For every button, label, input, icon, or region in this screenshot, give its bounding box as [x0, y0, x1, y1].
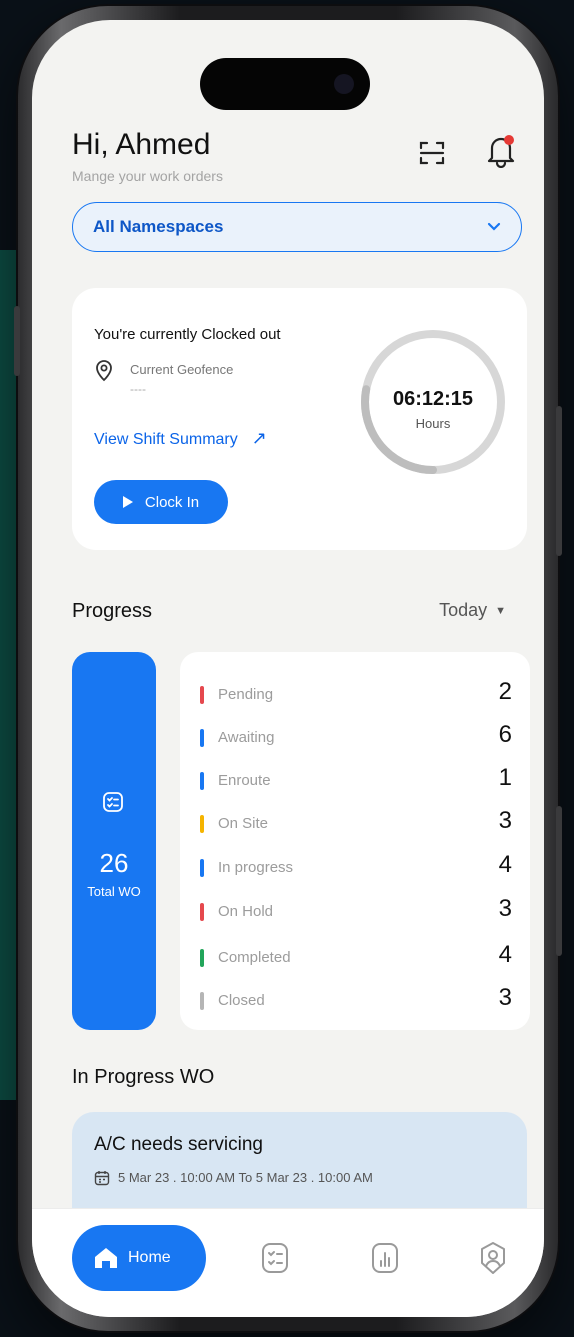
caret-down-icon: ▼	[495, 605, 506, 618]
status-color-bar	[200, 729, 204, 747]
period-filter[interactable]: Today ▼	[439, 600, 506, 621]
camera-lens	[334, 74, 354, 94]
status-name: On Site	[218, 815, 269, 832]
status-row[interactable]: In progress 4	[200, 847, 512, 887]
clock-in-label: Clock In	[144, 493, 200, 511]
clock-status: You're currently Clocked out	[94, 326, 281, 343]
play-icon	[122, 496, 133, 508]
status-row[interactable]: Closed 3	[200, 980, 512, 1020]
arrow-up-right-icon: ↗	[251, 428, 267, 448]
status-row[interactable]: Pending 2	[200, 674, 512, 714]
bell-icon[interactable]	[484, 132, 518, 168]
phone-side-button	[556, 406, 562, 556]
in-progress-title: In Progress WO	[72, 1066, 215, 1088]
status-color-bar	[200, 992, 204, 1010]
profile-icon[interactable]	[478, 1241, 508, 1275]
status-row[interactable]: Completed 4	[200, 937, 512, 977]
status-count: 4	[498, 941, 512, 968]
status-row[interactable]: Enroute 1	[200, 760, 512, 800]
namespace-select[interactable]: All Namespaces	[72, 202, 522, 252]
checklist-icon[interactable]	[260, 1241, 290, 1275]
period-filter-value: Today	[439, 600, 488, 620]
status-name: Pending	[218, 686, 274, 703]
dynamic-island	[200, 58, 370, 110]
status-color-bar	[200, 949, 204, 967]
elapsed-time: 06:12:15	[392, 388, 474, 410]
status-count: 6	[498, 721, 512, 748]
total-wo-label: Total WO	[87, 884, 141, 899]
phone-side-button	[14, 306, 20, 376]
analytics-icon[interactable]	[370, 1241, 400, 1275]
checklist-icon	[103, 792, 123, 812]
nav-home-label: Home	[128, 1249, 171, 1266]
location-pin-icon	[96, 360, 112, 382]
status-count: 2	[498, 678, 512, 705]
status-color-bar	[200, 815, 204, 833]
status-name: Awaiting	[218, 729, 275, 746]
app-screen: Hi, Ahmed Mange your work orders All Nam…	[32, 20, 544, 1317]
elapsed-unit: Hours	[415, 416, 451, 431]
work-order-dates: 5 Mar 23 . 10:00 AM To 5 Mar 23 . 10:00 …	[118, 1170, 373, 1185]
status-name: In progress	[218, 859, 294, 876]
greeting: Hi, Ahmed	[72, 128, 211, 161]
view-shift-summary-link[interactable]: View Shift Summary ↗	[94, 428, 267, 449]
status-name: Completed	[218, 949, 291, 966]
status-color-bar	[200, 772, 204, 790]
status-row[interactable]: On Site 3	[200, 803, 512, 843]
home-icon	[95, 1248, 117, 1268]
geofence-value: ----	[130, 382, 146, 396]
phone-side-button	[556, 806, 562, 956]
status-count: 1	[498, 764, 512, 791]
status-count: 3	[498, 984, 512, 1011]
total-wo-card[interactable]: 26 Total WO	[72, 652, 156, 1030]
status-breakdown-card: Pending 2 Awaiting 6 Enroute 1 On Site 3…	[180, 652, 530, 1030]
scan-icon[interactable]	[417, 138, 447, 168]
subtitle: Mange your work orders	[72, 168, 223, 184]
status-count: 3	[498, 895, 512, 922]
status-count: 4	[498, 851, 512, 878]
shift-summary-label: View Shift Summary	[94, 431, 238, 448]
total-wo-count: 26	[99, 848, 129, 878]
geofence-label: Current Geofence	[130, 362, 234, 377]
status-color-bar	[200, 686, 204, 704]
namespace-select-value: All Namespaces	[93, 217, 224, 236]
status-color-bar	[200, 859, 204, 877]
clock-card: You're currently Clocked out Current Geo…	[72, 288, 527, 550]
clock-in-button[interactable]: Clock In	[94, 480, 228, 524]
calendar-icon	[94, 1171, 110, 1186]
status-row[interactable]: On Hold 3	[200, 891, 512, 931]
status-count: 3	[498, 807, 512, 834]
phone-frame: Hi, Ahmed Mange your work orders All Nam…	[14, 6, 562, 1331]
status-name: Closed	[218, 992, 265, 1009]
bottom-nav: Home	[32, 1208, 544, 1317]
chevron-down-icon	[487, 222, 501, 231]
status-color-bar	[200, 903, 204, 921]
status-name: On Hold	[218, 903, 274, 920]
nav-home-button[interactable]: Home	[72, 1225, 206, 1291]
status-name: Enroute	[218, 772, 271, 789]
status-row[interactable]: Awaiting 6	[200, 717, 512, 757]
progress-title: Progress	[72, 600, 153, 622]
work-order-title: A/C needs servicing	[94, 1134, 263, 1155]
